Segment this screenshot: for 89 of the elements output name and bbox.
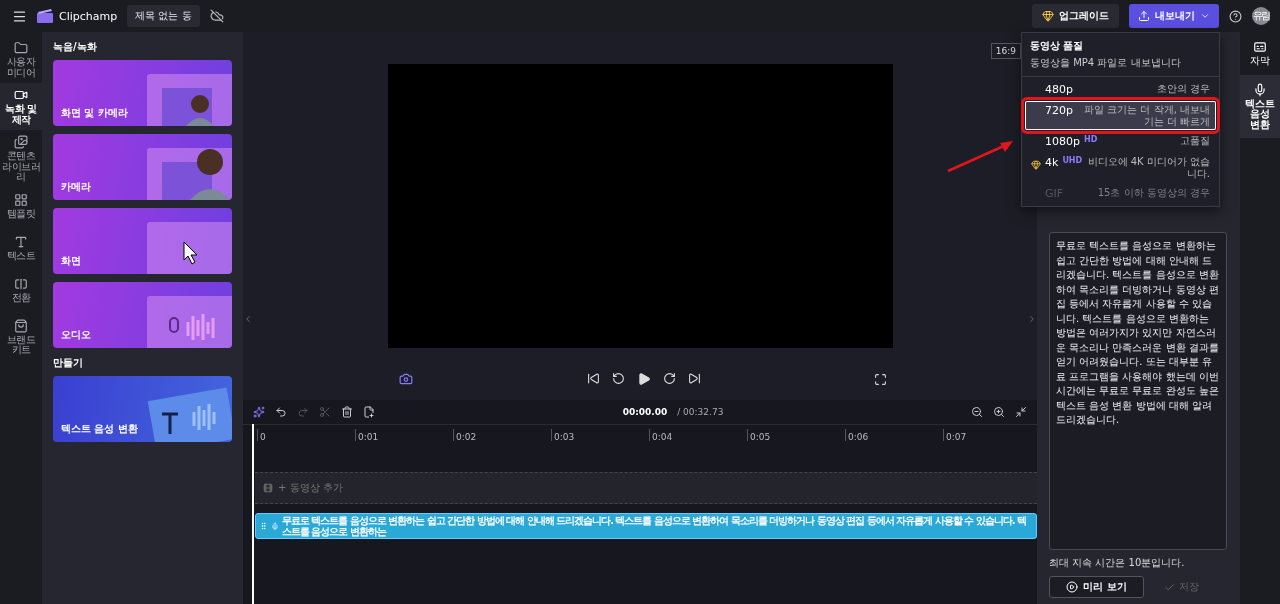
quality-option[interactable]: 1080p HD 고품질 (1025, 132, 1216, 151)
clip-text: 무료로 텍스트를 음성으로 변환하는 쉽고 간단한 방법에 대해 안내해 드리겠습니다. 텍스트를 음성으로 변환하여 목소리를 더빙하거나 동영상 편집 등에서 자유롭게 사용할 수 있습니다. 텍스트를 음성으로 변환하는 (281, 515, 1028, 537)
microphone-icon (270, 521, 279, 531)
time-tick: 0:04 (649, 429, 747, 441)
images-icon (14, 135, 28, 149)
nav-item[interactable]: 콘텐츠 라이브러리 (0, 130, 42, 188)
rewind-icon[interactable] (611, 372, 625, 385)
fit-icon[interactable] (1015, 406, 1027, 418)
check-icon (1164, 581, 1175, 593)
time-tick: 0:02 (453, 429, 551, 441)
grid-icon (14, 192, 28, 207)
section-title: 만들기 (53, 356, 84, 370)
create-card[interactable]: 텍스트 음성 변환 (53, 376, 232, 442)
quality-description: 고품질 (1179, 135, 1210, 147)
cloud-off-icon[interactable] (209, 9, 224, 23)
add-video-label: + 동영상 추가 (278, 481, 343, 495)
create-card[interactable]: 화면 및 카메라 (53, 60, 232, 126)
panel-tab[interactable]: 자막 (1240, 32, 1280, 75)
skip-forward-icon[interactable] (687, 372, 701, 385)
grip-icon[interactable] (259, 521, 268, 531)
total-time: / 00:32.73 (677, 407, 724, 417)
time-tick: 0:06 (845, 429, 943, 441)
aspect-ratio-button[interactable]: 16:9 (990, 43, 1021, 59)
quality-label: 4k (1045, 156, 1059, 169)
create-card[interactable]: 화면 (53, 208, 232, 274)
sparkle-icon[interactable] (253, 406, 265, 418)
create-card[interactable]: 오디오 (53, 282, 232, 348)
nav-item[interactable]: 녹화 및 제작 (0, 83, 42, 130)
quality-description: 비디오에 4K 미디어가 없습니다. (1086, 156, 1210, 179)
microphone-icon (1253, 82, 1267, 97)
quality-label: 720p (1045, 104, 1073, 117)
section-title: 녹음/녹화 (53, 40, 98, 54)
nav-item[interactable]: 브랜드 키트 (0, 313, 42, 361)
text-icon (14, 234, 28, 249)
time-tick: 0:05 (747, 429, 845, 441)
camera-icon[interactable] (399, 372, 413, 386)
bag-icon (14, 318, 28, 333)
upload-icon (1138, 10, 1150, 22)
quality-tag-label: UHD (1062, 156, 1083, 165)
preview-button[interactable]: 미리 보기 (1049, 576, 1144, 598)
video-camera-icon (14, 88, 28, 102)
upgrade-button[interactable]: 업그레이드 (1032, 4, 1119, 28)
film-icon (263, 483, 273, 493)
quality-description: 파일 크기는 더 작게, 내보내기는 더 빠르게 (1083, 104, 1210, 127)
app-name: Clipchamp (59, 9, 118, 23)
export-button[interactable]: 내보내기 (1129, 4, 1219, 28)
split-square-icon (14, 276, 28, 291)
zoom-out-icon[interactable] (971, 406, 983, 418)
create-card[interactable]: 카메라 (53, 134, 232, 200)
panel-tab[interactable]: 텍스트 음성 변환 (1240, 74, 1280, 138)
quality-tag-label: HD (1084, 135, 1098, 144)
quality-label: 480p (1045, 83, 1073, 96)
nav-item[interactable]: 템플릿 (0, 187, 42, 230)
time-tick: 0:03 (551, 429, 649, 441)
forward-icon[interactable] (662, 372, 676, 385)
quality-label: 1080p (1045, 135, 1080, 148)
quality-description: 초안의 경우 (1155, 83, 1210, 95)
video-track[interactable]: + 동영상 추가 (255, 472, 1037, 504)
nav-item[interactable]: 텍스트 (0, 229, 42, 272)
quality-description: 15초 이하 동영상의 경우 (1096, 187, 1210, 199)
undo-icon[interactable] (275, 406, 287, 418)
cut-icon[interactable] (319, 406, 331, 418)
logo-icon (37, 9, 53, 23)
menu-subtitle: 동영상을 MP4 파일로 내보냅니다 (1030, 56, 1182, 70)
chevron-down-icon (1200, 11, 1210, 21)
nav-item[interactable]: 사용자 미디어 (0, 36, 42, 83)
folder-icon (14, 41, 28, 55)
quality-option[interactable]: 480p 초안의 경우 (1025, 80, 1216, 99)
play-icon (1066, 581, 1079, 593)
skip-back-icon[interactable] (586, 372, 600, 385)
duration-note: 최대 지속 시간은 10분입니다. (1049, 556, 1186, 570)
project-title-field[interactable]: 제목 없는 동 (127, 5, 200, 27)
nav-item[interactable]: 전환 (0, 271, 42, 314)
time-tick: 0:01 (355, 429, 453, 441)
diamond-icon (1042, 10, 1054, 22)
fullscreen-icon[interactable] (874, 372, 887, 386)
captions-icon (1253, 40, 1267, 54)
file-plus-icon[interactable] (363, 406, 375, 418)
script-field[interactable]: 무료로 텍스트를 음성으로 변환하는 쉽고 간단한 방법에 대해 안내해 드리겠습니다. 텍스트를 음성으로 변환하여 목소리를 더빙하거나 동영상 편집 등에서 자유롭게 사용할 수 있습니다. 텍스트를 음성으로 변환하는 방법은 여러가지가 있지만 자연스러운 목소리나 만족스러운 변환 결과를 얻기 어려웠습니다. 또는 대부분 유료 프로그램을 사용해야 했는데 이번 시간에는 무료로 무료로 완성도 높은 텍스트 음성 변환 방법에 대해 알려드리겠습니다. (1049, 232, 1227, 550)
quality-option[interactable]: 4k UHD 비디오에 4K 미디어가 없습니다. (1025, 153, 1216, 182)
menu-title: 동영상 품질 (1030, 39, 1085, 53)
current-time: 00:00.00 (622, 407, 668, 417)
time-tick: 0 (257, 429, 355, 441)
zoom-in-icon[interactable] (993, 406, 1005, 418)
help-icon[interactable] (1229, 9, 1242, 23)
menu-icon[interactable] (12, 8, 27, 24)
delete-icon[interactable] (341, 406, 353, 418)
play-icon[interactable] (636, 372, 651, 386)
redo-icon[interactable] (297, 406, 309, 418)
